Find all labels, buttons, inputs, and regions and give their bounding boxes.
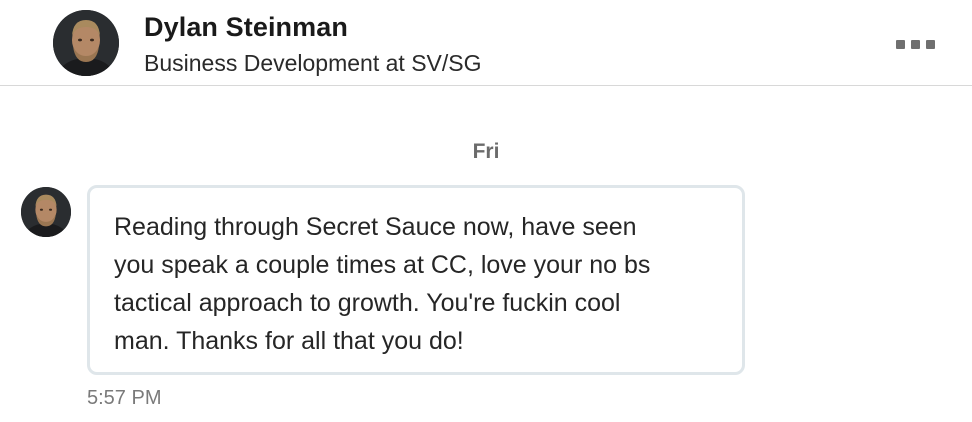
profile-photo-icon [21,187,71,237]
message-text-line: you speak a couple times at CC, love you… [114,251,651,279]
message-text-line: man. Thanks for all that you do! [114,327,464,355]
conversation-header: Dylan Steinman Business Development at S… [0,0,972,86]
contact-avatar[interactable] [53,10,119,76]
profile-photo-icon [53,10,119,76]
message-bubble: Reading through Secret Sauce now, have s… [87,185,745,375]
more-horizontal-icon [925,39,935,49]
more-options-button[interactable] [888,30,942,58]
message-timestamp: 5:57 PM [87,387,162,409]
more-horizontal-icon [910,39,920,49]
day-separator: Fri [472,140,500,163]
message-text-line: tactical approach to growth. You're fuck… [114,289,621,317]
more-horizontal-icon [895,39,905,49]
contact-name[interactable]: Dylan Steinman [144,12,348,43]
contact-headline: Business Development at SV/SG [144,50,482,76]
message-sender-avatar[interactable] [21,187,71,237]
message-text-line: Reading through Secret Sauce now, have s… [114,213,637,241]
